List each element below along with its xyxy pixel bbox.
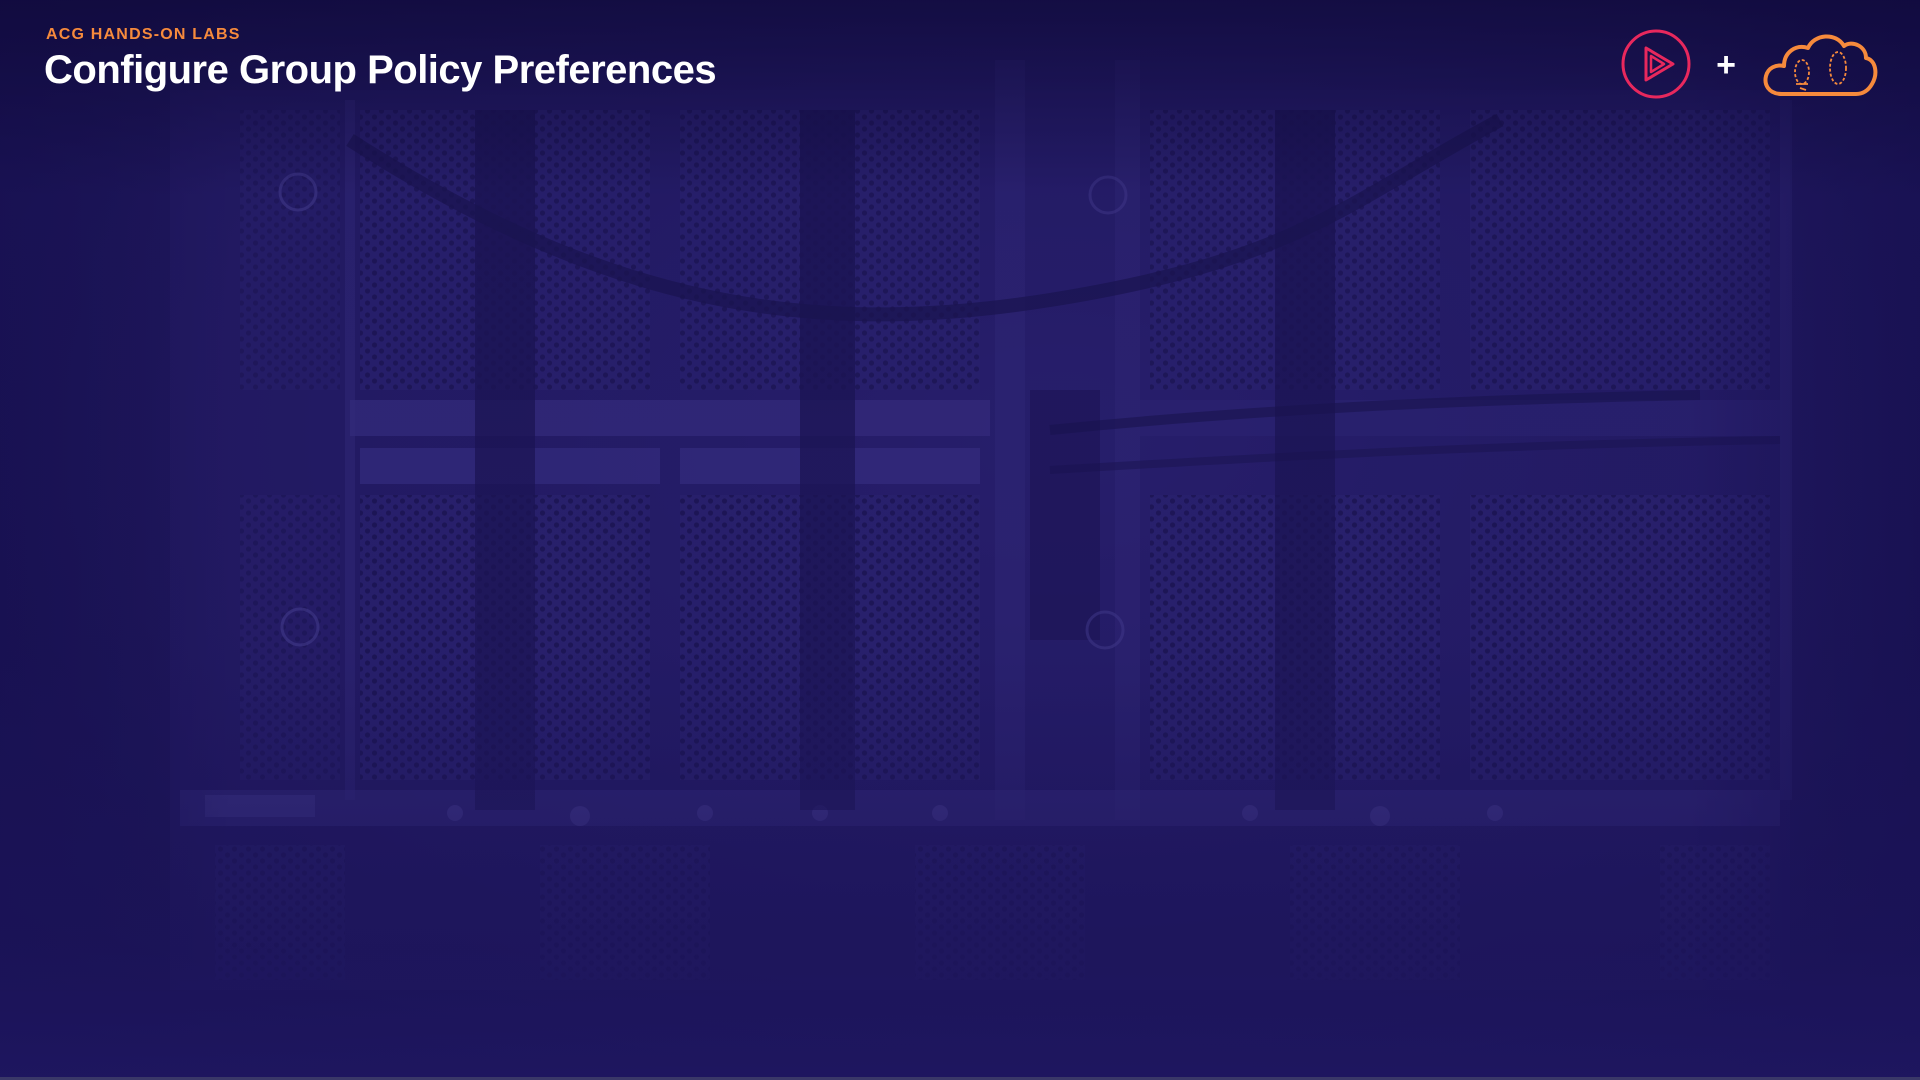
slide-stage: ACG HANDS-ON LABS Configure Group Policy… (0, 0, 1920, 1080)
eyebrow-label: ACG HANDS-ON LABS (46, 26, 241, 43)
slide-header: ACG HANDS-ON LABS Configure Group Policy… (44, 26, 717, 93)
slide-title: Configure Group Policy Preferences (44, 48, 717, 92)
plus-sign: + (1716, 46, 1736, 84)
acloudguru-cloud-icon (1763, 34, 1878, 96)
brand-logos: + (1620, 28, 1878, 100)
background-overlay (0, 0, 1920, 1080)
pluralsight-play-icon (1621, 29, 1691, 99)
